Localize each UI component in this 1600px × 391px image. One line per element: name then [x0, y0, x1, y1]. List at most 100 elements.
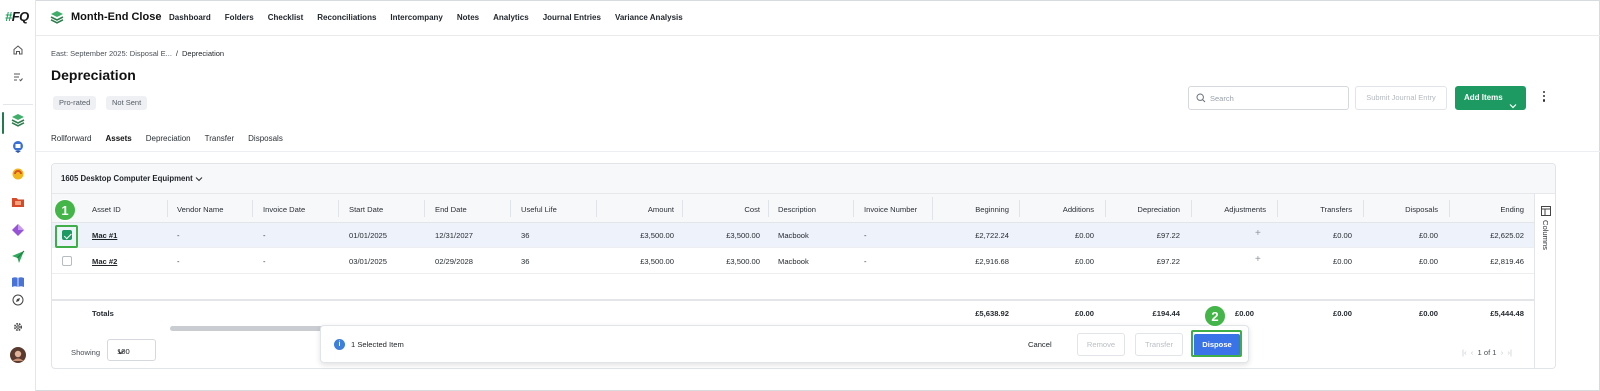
asset-id-link[interactable]: Mac #2 [92, 257, 117, 266]
add-adjustment-icon[interactable]: + [1255, 228, 1261, 239]
first-page-icon[interactable]: |‹ [1462, 348, 1467, 357]
cell-ending: £2,819.46 [1490, 257, 1524, 266]
user-avatar[interactable] [9, 346, 27, 364]
diamond-icon[interactable] [9, 221, 27, 239]
step-marker-1: 1 [54, 199, 76, 221]
cell-invoice-date: - [263, 257, 266, 266]
bulk-action-bar: i 1 Selected Item Cancel Remove Transfer… [320, 325, 1249, 363]
col-beginning[interactable]: Beginning [945, 205, 1009, 214]
tab-assets[interactable]: Assets [105, 134, 132, 152]
cell-description: Macbook [778, 257, 809, 266]
transfer-button[interactable]: Transfer [1135, 333, 1183, 356]
send-icon[interactable] [9, 248, 27, 266]
col-invoice-number[interactable]: Invoice Number [864, 205, 917, 214]
col-start-date[interactable]: Start Date [349, 205, 383, 214]
col-invoice-date[interactable]: Invoice Date [263, 205, 305, 214]
add-items-button[interactable]: Add Items [1455, 86, 1526, 110]
table-row[interactable]: Mac #1 - - 01/01/2025 12/31/2027 36 £3,5… [52, 223, 1534, 248]
col-asset-id[interactable]: Asset ID [92, 205, 121, 214]
cell-useful-life: 36 [521, 257, 530, 266]
nav-notes[interactable]: Notes [457, 13, 479, 22]
nav-analytics[interactable]: Analytics [493, 13, 529, 22]
next-page-icon[interactable]: › [1499, 348, 1506, 357]
nav-reconciliations[interactable]: Reconciliations [317, 13, 376, 22]
cell-additions: £0.00 [1074, 231, 1094, 240]
cancel-button[interactable]: Cancel [1028, 340, 1052, 349]
col-useful-life[interactable]: Useful Life [521, 205, 557, 214]
col-disposals[interactable]: Disposals [1374, 205, 1438, 214]
horizontal-scrollbar[interactable] [170, 326, 330, 331]
cell-depreciation: £97.22 [1156, 231, 1180, 240]
col-cost[interactable]: Cost [698, 205, 760, 214]
status-badge-prorated: Pro-rated [53, 96, 97, 110]
cell-beginning: £2,916.68 [975, 257, 1009, 266]
asset-id-link[interactable]: Mac #1 [92, 231, 117, 240]
settings-icon[interactable] [9, 318, 27, 336]
tab-disposals[interactable]: Disposals [248, 134, 283, 152]
prev-page-icon[interactable]: ‹ [1469, 348, 1476, 357]
chevron-down-icon[interactable] [195, 175, 203, 184]
compass-icon[interactable] [9, 291, 27, 309]
page-title: Depreciation [51, 67, 136, 83]
nav-intercompany[interactable]: Intercompany [390, 13, 442, 22]
tab-depreciation[interactable]: Depreciation [146, 134, 191, 152]
col-description[interactable]: Description [778, 205, 816, 214]
account-group-header[interactable]: 1605 Desktop Computer Equipment [52, 164, 1555, 194]
breadcrumb-parent[interactable]: East: September 2025: Disposal E... [51, 49, 172, 58]
add-adjustment-icon[interactable]: + [1255, 254, 1261, 265]
last-page-icon[interactable]: ›| [1508, 348, 1513, 357]
cell-beginning: £2,722.24 [975, 231, 1009, 240]
col-transfers[interactable]: Transfers [1288, 205, 1352, 214]
month-end-close-icon[interactable] [9, 111, 27, 129]
reports-icon[interactable] [9, 138, 27, 156]
table-header: Asset ID Vendor Name Invoice Date Start … [52, 194, 1534, 223]
app-logo-icon [50, 10, 64, 26]
cell-disposals: £0.00 [1418, 231, 1438, 240]
home-icon[interactable] [9, 41, 27, 59]
cell-start-date: 03/01/2025 [349, 257, 388, 266]
nav-dashboard[interactable]: Dashboard [169, 13, 211, 22]
sidebar: #FQ [0, 0, 36, 391]
search-input[interactable]: Search [1188, 86, 1349, 110]
col-adjustments[interactable]: Adjustments [1202, 205, 1266, 214]
empty-row [52, 274, 1534, 300]
tasks-icon[interactable] [9, 68, 27, 86]
tab-rollforward[interactable]: Rollforward [51, 134, 91, 152]
tab-transfer[interactable]: Transfer [205, 134, 235, 152]
totals-row: Totals £5,638.92 £0.00 £194.44 £0.00 £0.… [52, 300, 1534, 326]
submit-journal-entry-button[interactable]: Submit Journal Entry [1355, 86, 1447, 110]
cell-vendor: - [177, 257, 180, 266]
cell-amount: £3,500.00 [640, 231, 674, 240]
chevron-down-icon [117, 348, 147, 357]
integrations-icon[interactable] [9, 165, 27, 183]
col-end-date[interactable]: End Date [435, 205, 467, 214]
showing-label: Showing [71, 348, 101, 357]
col-vendor-name[interactable]: Vendor Name [177, 205, 223, 214]
page-size-select[interactable]: 100 [107, 339, 156, 361]
breadcrumb: East: September 2025: Disposal E... / Depr… [51, 49, 224, 58]
nav-journal-entries[interactable]: Journal Entries [543, 13, 601, 22]
col-depreciation[interactable]: Depreciation [1116, 205, 1180, 214]
folder-icon[interactable] [9, 193, 27, 211]
row-checkbox[interactable] [62, 256, 72, 266]
col-amount[interactable]: Amount [612, 205, 674, 214]
nav-variance-analysis[interactable]: Variance Analysis [615, 13, 683, 22]
selected-count: 1 Selected Item [351, 340, 404, 349]
more-options-icon[interactable] [1539, 91, 1549, 105]
nav-checklist[interactable]: Checklist [268, 13, 304, 22]
cell-ending: £2,625.02 [1490, 231, 1524, 240]
col-additions[interactable]: Additions [1030, 205, 1094, 214]
tab-bar: Rollforward Assets Depreciation Transfer… [51, 134, 297, 152]
remove-button[interactable]: Remove [1077, 333, 1125, 356]
nav-folders[interactable]: Folders [225, 13, 254, 22]
col-ending[interactable]: Ending [1460, 205, 1524, 214]
fq-logo[interactable]: #FQ [5, 9, 29, 24]
cell-end-date: 02/29/2028 [435, 257, 474, 266]
add-items-label: Add Items [1464, 93, 1503, 102]
checkbox-highlight [55, 225, 78, 248]
cell-disposals: £0.00 [1418, 257, 1438, 266]
table-row[interactable]: Mac #2 - - 03/01/2025 02/29/2028 36 £3,5… [52, 249, 1534, 274]
cell-cost: £3,500.00 [726, 257, 760, 266]
page-indicator: 1 of 1 [1477, 348, 1497, 357]
library-icon[interactable] [9, 273, 27, 291]
